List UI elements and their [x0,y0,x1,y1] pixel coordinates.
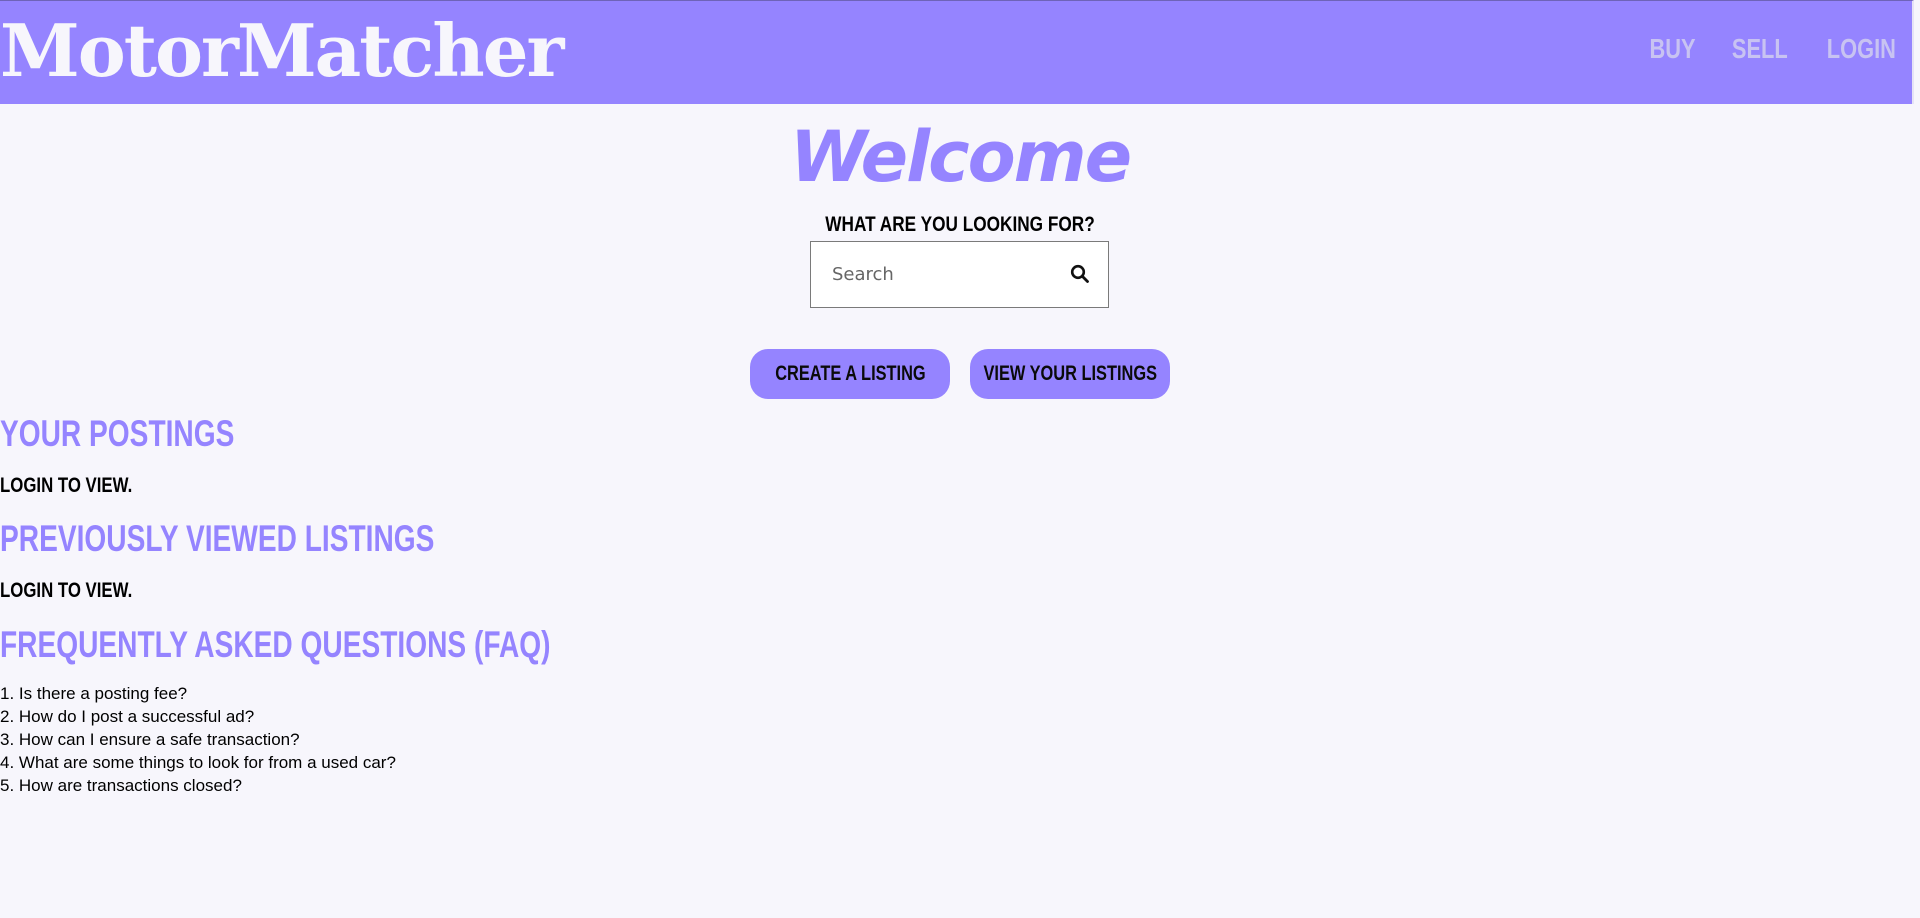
brand-logo[interactable]: MotorMatcher [0,3,564,99]
search-icon[interactable] [1070,264,1090,284]
faq-heading: FREQUENTLY ASKED QUESTIONS (FAQ) [0,624,551,665]
faq-item: 4. What are some things to look for from… [0,753,396,772]
postings-login-message: LOGIN TO VIEW. [0,474,133,497]
faq-list: 1. Is there a posting fee? 2. How do I p… [0,682,396,797]
nav-sell-link[interactable]: SELL [1732,33,1788,65]
faq-item: 1. Is there a posting fee? [0,684,188,703]
create-listing-label: CREATE A LISTING [774,362,926,385]
welcome-heading: Welcome [789,116,1132,198]
faq-item: 5. How are transactions closed? [0,776,242,795]
search-box [810,241,1109,308]
viewed-login-message: LOGIN TO VIEW. [0,579,133,602]
your-postings-heading: YOUR POSTINGS [0,413,235,454]
view-listings-button[interactable]: VIEW YOUR LISTINGS [970,349,1170,399]
main-nav: BUY SELL LOGIN [1643,33,1906,65]
site-header: MotorMatcher BUY SELL LOGIN [0,0,1914,104]
previously-viewed-heading: PREVIOUSLY VIEWED LISTINGS [0,518,435,559]
nav-login-link[interactable]: LOGIN [1827,33,1896,65]
nav-buy-link[interactable]: BUY [1649,33,1695,65]
faq-item: 2. How do I post a successful ad? [0,707,255,726]
search-input[interactable] [811,242,1051,307]
faq-item: 3. How can I ensure a safe transaction? [0,730,300,749]
search-prompt: WHAT ARE YOU LOOKING FOR? [825,213,1095,236]
view-listings-label: VIEW YOUR LISTINGS [983,362,1157,385]
create-listing-button[interactable]: CREATE A LISTING [750,349,950,399]
